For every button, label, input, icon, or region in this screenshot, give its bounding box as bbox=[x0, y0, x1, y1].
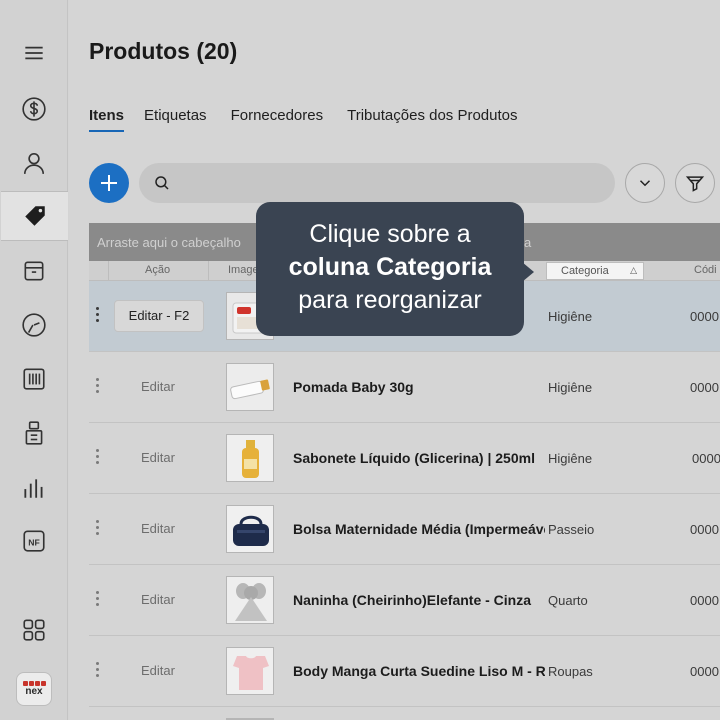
product-category: Passeio bbox=[548, 522, 595, 537]
product-category: Higiêne bbox=[548, 309, 593, 324]
gauge-icon[interactable] bbox=[0, 300, 68, 350]
product-category: Higiêne bbox=[548, 380, 593, 395]
box-icon[interactable] bbox=[0, 246, 68, 296]
product-code: 0000 bbox=[690, 380, 719, 395]
logo-text: nex bbox=[25, 686, 43, 697]
edit-link[interactable]: Editar bbox=[141, 521, 175, 536]
header-action[interactable]: Ação bbox=[145, 264, 170, 276]
filter-button[interactable] bbox=[675, 163, 715, 203]
product-image bbox=[226, 434, 274, 482]
sort-triangle-icon: △ bbox=[630, 265, 637, 275]
main-content: Produtos (20) Itens Etiquetas Fornecedor… bbox=[69, 0, 720, 720]
table-row[interactable]: Editar Sabonete Líquido (Glicerina) | 25… bbox=[89, 423, 720, 494]
tab-fornecedores[interactable]: Fornecedores bbox=[231, 107, 324, 132]
group-hint-tail: a bbox=[524, 235, 532, 250]
search-bar[interactable] bbox=[139, 163, 615, 203]
product-name: Bolsa Maternidade Média (Impermeável) bbox=[293, 521, 545, 537]
drag-handle-icon[interactable] bbox=[96, 307, 99, 322]
menu-icon[interactable] bbox=[0, 28, 68, 78]
search-icon bbox=[155, 176, 169, 190]
add-product-button[interactable] bbox=[89, 163, 129, 203]
nf-icon-label: NF bbox=[28, 537, 40, 547]
product-code: 0000 bbox=[692, 451, 720, 466]
product-code: 0000 bbox=[690, 309, 719, 324]
edit-button[interactable]: Editar - F2 bbox=[114, 300, 204, 332]
product-name: Sabonete Líquido (Glicerina) | 250ml bbox=[293, 450, 535, 466]
tab-tributacoes[interactable]: Tributações dos Produtos bbox=[347, 107, 517, 132]
tooltip-line-3: para reorganizar bbox=[298, 286, 482, 314]
plus-icon bbox=[101, 175, 117, 191]
page-title: Produtos (20) bbox=[89, 38, 238, 64]
product-code: 0000 bbox=[690, 664, 719, 679]
product-name: Naninha (Cheirinho)Elefante - Cinza bbox=[293, 592, 532, 608]
product-code: 0000 bbox=[690, 593, 719, 608]
product-category: Quarto bbox=[548, 593, 588, 608]
nf-icon[interactable]: NF bbox=[0, 516, 68, 566]
table-row[interactable]: Editar Bolsa Maternidade Média (Impermeá… bbox=[89, 494, 720, 565]
chart-icon[interactable] bbox=[0, 463, 68, 513]
product-code: 0000 bbox=[690, 522, 719, 537]
table-row[interactable] bbox=[89, 707, 720, 720]
product-image bbox=[226, 647, 274, 695]
header-category-label: Categoria bbox=[561, 265, 609, 277]
expand-button[interactable] bbox=[625, 163, 665, 203]
onboarding-tooltip: Clique sobre a coluna Categoria para reo… bbox=[256, 202, 524, 336]
user-icon[interactable] bbox=[0, 138, 68, 188]
header-separator bbox=[108, 261, 109, 280]
header-code[interactable]: Códi bbox=[694, 264, 717, 276]
tooltip-arrow bbox=[522, 262, 534, 282]
table-row[interactable]: Editar Pomada Baby 30g Higiêne 0000 bbox=[89, 352, 720, 423]
chevron-down-icon bbox=[639, 180, 651, 187]
header-separator bbox=[208, 261, 209, 280]
tab-etiquetas[interactable]: Etiquetas bbox=[144, 107, 207, 132]
filter-icon bbox=[685, 176, 705, 192]
edit-link[interactable]: Editar bbox=[141, 592, 175, 607]
edit-link[interactable]: Editar bbox=[141, 663, 175, 678]
drag-handle-icon[interactable] bbox=[96, 449, 99, 464]
group-hint-text: Arraste aqui o cabeçalho bbox=[97, 235, 241, 250]
register-icon[interactable] bbox=[0, 408, 68, 458]
header-image[interactable]: Image bbox=[228, 264, 259, 276]
drag-handle-icon[interactable] bbox=[96, 662, 99, 677]
product-image bbox=[226, 363, 274, 411]
tooltip-line-2: coluna Categoria bbox=[288, 253, 492, 281]
table-row[interactable]: Editar Body Manga Curta Suedine Liso M -… bbox=[89, 636, 720, 707]
drag-handle-icon[interactable] bbox=[96, 378, 99, 393]
apps-grid-icon[interactable] bbox=[0, 605, 68, 655]
product-category: Higiêne bbox=[548, 451, 593, 466]
edit-link[interactable]: Editar bbox=[141, 379, 175, 394]
tab-itens[interactable]: Itens bbox=[89, 107, 125, 132]
table-row[interactable]: Editar Naninha (Cheirinho)Elefante - Cin… bbox=[89, 565, 720, 636]
product-image bbox=[226, 576, 274, 624]
product-name: Pomada Baby 30g bbox=[293, 379, 414, 395]
tab-bar: Itens Etiquetas Fornecedores Tributações… bbox=[89, 107, 542, 132]
dollar-icon[interactable] bbox=[0, 84, 68, 134]
product-name: Body Manga Curta Suedine Liso M - Rosa bbox=[293, 663, 545, 679]
search-input[interactable] bbox=[179, 175, 599, 191]
barcode-icon[interactable] bbox=[0, 354, 68, 404]
sidebar: NF nex bbox=[0, 0, 68, 720]
drag-handle-icon[interactable] bbox=[96, 591, 99, 606]
drag-handle-icon[interactable] bbox=[96, 520, 99, 535]
product-image bbox=[226, 505, 274, 553]
app-logo[interactable]: nex bbox=[16, 672, 52, 706]
tag-icon[interactable] bbox=[1, 191, 68, 241]
edit-link[interactable]: Editar bbox=[141, 450, 175, 465]
product-category: Roupas bbox=[548, 664, 593, 679]
tooltip-line-1: Clique sobre a bbox=[309, 220, 471, 248]
header-category[interactable]: Categoria △ bbox=[546, 262, 644, 280]
